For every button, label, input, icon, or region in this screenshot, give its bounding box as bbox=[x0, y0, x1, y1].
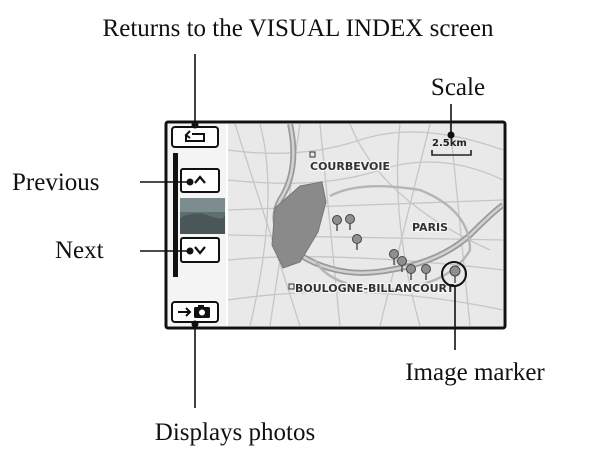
callout-next: Next bbox=[55, 237, 104, 264]
return-button[interactable] bbox=[171, 126, 219, 148]
scale-value: 2.5km bbox=[432, 138, 467, 149]
device-screen: COURBEVOIE PARIS BOULOGNE-BILLANCOURT 2.… bbox=[164, 120, 507, 330]
scrollbar[interactable] bbox=[173, 153, 178, 277]
leader-return-dot bbox=[191, 121, 199, 129]
callout-previous: Previous bbox=[12, 169, 100, 196]
leader-previous-dot bbox=[186, 178, 194, 186]
place-label-courbevoie: COURBEVOIE bbox=[310, 160, 390, 173]
place-label-boulogne: BOULOGNE-BILLANCOURT bbox=[295, 282, 454, 295]
callout-photos: Displays photos bbox=[155, 419, 315, 446]
map-area[interactable]: COURBEVOIE PARIS BOULOGNE-BILLANCOURT 2.… bbox=[228, 124, 503, 326]
callout-scale: Scale bbox=[431, 74, 485, 101]
previous-button[interactable] bbox=[180, 168, 220, 193]
screen-diagram: COURBEVOIE PARIS BOULOGNE-BILLANCOURT 2.… bbox=[12, 15, 545, 446]
callout-return: Returns to the VISUAL INDEX screen bbox=[103, 15, 494, 42]
photo-thumbnail[interactable] bbox=[180, 198, 225, 234]
place-label-paris: PARIS bbox=[412, 221, 448, 234]
callout-marker: Image marker bbox=[405, 359, 545, 386]
leader-scale-dot bbox=[447, 131, 455, 139]
display-photos-button[interactable] bbox=[171, 301, 219, 323]
leader-next-dot bbox=[186, 247, 194, 255]
